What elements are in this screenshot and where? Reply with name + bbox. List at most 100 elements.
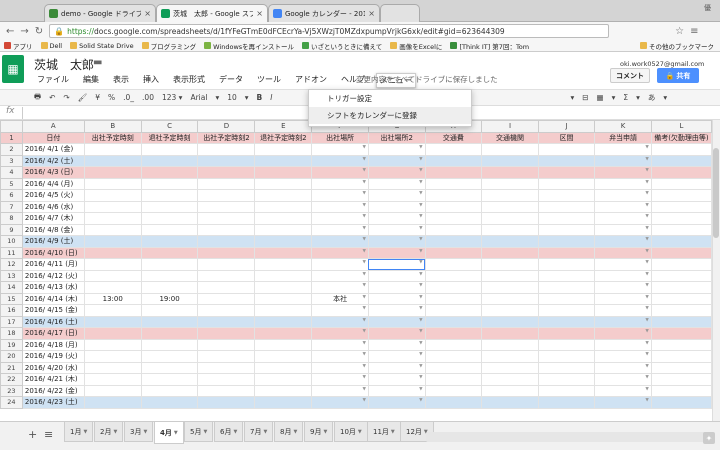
chevron-down-icon[interactable]: ▼: [174, 430, 178, 436]
cell[interactable]: [424, 143, 483, 156]
chevron-down-icon[interactable]: ▾: [636, 93, 640, 102]
cell[interactable]: [140, 373, 199, 386]
row-number[interactable]: 5: [0, 177, 23, 190]
sheet-tab[interactable]: 10月 ▼: [334, 422, 368, 442]
dropdown-arrow-icon[interactable]: [597, 340, 649, 350]
cell[interactable]: [424, 338, 483, 351]
dropdown-arrow-icon[interactable]: [597, 213, 649, 223]
cell[interactable]: [197, 223, 256, 236]
cell[interactable]: [140, 384, 199, 397]
dropdown-arrow-icon[interactable]: [371, 317, 423, 327]
dropdown-arrow-icon[interactable]: [314, 259, 366, 269]
column-header[interactable]: K: [594, 120, 652, 133]
dropdown-arrow-icon[interactable]: [314, 386, 366, 396]
column-header[interactable]: I: [481, 120, 539, 133]
dropdown-arrow-icon[interactable]: [314, 167, 366, 177]
bento-dropdown-cell[interactable]: [594, 361, 652, 374]
place2-dropdown-cell[interactable]: [367, 246, 426, 259]
date-cell[interactable]: 2016/ 4/3 (日): [21, 166, 85, 179]
cell[interactable]: [254, 166, 313, 179]
decrease-decimal-button[interactable]: .0_: [123, 93, 134, 102]
place2-dropdown-cell[interactable]: [367, 384, 426, 397]
cell[interactable]: [83, 223, 142, 236]
cell[interactable]: [537, 315, 596, 328]
dropdown-arrow-icon[interactable]: [371, 294, 423, 304]
cell[interactable]: [424, 258, 483, 271]
chevron-down-icon[interactable]: ▾: [245, 93, 249, 102]
cell[interactable]: [537, 304, 596, 317]
cell[interactable]: [197, 269, 256, 282]
bento-dropdown-cell[interactable]: [594, 304, 652, 317]
cell[interactable]: [254, 189, 313, 202]
cell[interactable]: [197, 281, 256, 294]
cell[interactable]: [83, 269, 142, 282]
bento-dropdown-cell[interactable]: [594, 200, 652, 213]
place-dropdown-cell[interactable]: [311, 327, 369, 340]
cell[interactable]: [140, 246, 199, 259]
start-time-cell[interactable]: 13:00: [83, 292, 142, 305]
menu-tools[interactable]: ツール: [254, 73, 284, 88]
cell[interactable]: [254, 292, 313, 305]
sheet-tab[interactable]: 3月 ▼: [124, 422, 154, 442]
place-dropdown-cell[interactable]: [311, 143, 369, 156]
dropdown-arrow-icon[interactable]: [314, 156, 366, 166]
close-icon[interactable]: ×: [144, 9, 151, 18]
cell[interactable]: [481, 269, 539, 282]
dropdown-arrow-icon[interactable]: [597, 282, 649, 292]
place2-dropdown-cell[interactable]: [367, 189, 426, 202]
filter-icon[interactable]: ▾: [612, 93, 616, 102]
cell[interactable]: [481, 315, 539, 328]
sheet-tab[interactable]: 9月 ▼: [304, 422, 334, 442]
cell[interactable]: [481, 166, 539, 179]
cell[interactable]: [197, 143, 256, 156]
cell[interactable]: [537, 396, 596, 409]
cell[interactable]: [197, 396, 256, 409]
cell[interactable]: [650, 396, 712, 409]
dropdown-arrow-icon[interactable]: [314, 305, 366, 315]
place-dropdown-cell[interactable]: [311, 189, 369, 202]
sheet-tab[interactable]: 6月 ▼: [214, 422, 244, 442]
cell[interactable]: [650, 223, 712, 236]
cell[interactable]: [83, 373, 142, 386]
cell[interactable]: [424, 304, 483, 317]
dropdown-arrow-icon[interactable]: [371, 167, 423, 177]
chevron-down-icon[interactable]: ▾: [215, 93, 219, 102]
cell[interactable]: [197, 200, 256, 213]
chevron-down-icon[interactable]: ▼: [233, 429, 237, 435]
cell[interactable]: [197, 327, 256, 340]
menu-item-register-shift[interactable]: シフトをカレンダーに登録: [309, 107, 471, 124]
row-number[interactable]: 24: [0, 396, 23, 409]
cell[interactable]: [424, 384, 483, 397]
cell[interactable]: [481, 327, 539, 340]
cell[interactable]: [83, 154, 142, 167]
cell[interactable]: [83, 246, 142, 259]
cell[interactable]: [254, 212, 313, 225]
cell[interactable]: [650, 304, 712, 317]
row-number[interactable]: 9: [0, 223, 23, 236]
menu-view[interactable]: 表示: [110, 73, 132, 88]
bookmark-item[interactable]: Windowsを再インストール: [204, 41, 294, 51]
header-cell[interactable]: 弁当申請: [594, 131, 652, 144]
cell[interactable]: [83, 200, 142, 213]
cell[interactable]: [537, 154, 596, 167]
cell[interactable]: [197, 189, 256, 202]
bento-dropdown-cell[interactable]: [594, 223, 652, 236]
cell[interactable]: [424, 350, 483, 363]
cell[interactable]: [197, 384, 256, 397]
cell[interactable]: [537, 189, 596, 202]
chevron-down-icon[interactable]: ▼: [143, 429, 147, 435]
cell[interactable]: [254, 350, 313, 363]
bento-dropdown-cell[interactable]: [594, 258, 652, 271]
place2-dropdown-cell[interactable]: [367, 223, 426, 236]
place-dropdown-cell[interactable]: [311, 223, 369, 236]
row-number[interactable]: 19: [0, 338, 23, 351]
bookmark-item[interactable]: [Think IT] 第7回：Tom: [450, 41, 529, 51]
column-header[interactable]: D: [197, 120, 256, 133]
cell[interactable]: [424, 361, 483, 374]
header-cell[interactable]: 退社予定時刻: [140, 131, 199, 144]
dropdown-arrow-icon[interactable]: [597, 190, 649, 200]
dropdown-arrow-icon[interactable]: [371, 236, 423, 246]
close-icon[interactable]: ×: [368, 9, 375, 18]
column-header[interactable]: B: [83, 120, 142, 133]
cell[interactable]: [83, 338, 142, 351]
